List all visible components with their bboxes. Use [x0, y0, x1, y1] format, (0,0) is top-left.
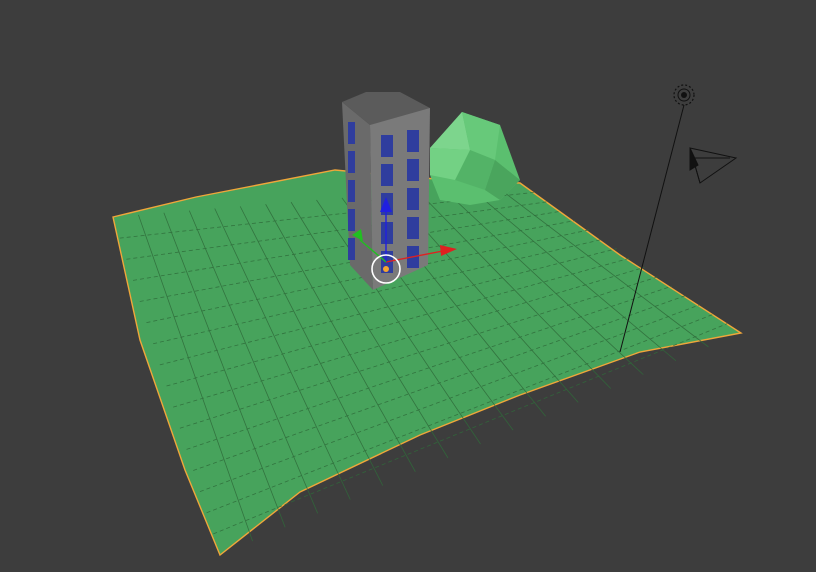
building-window	[381, 164, 393, 186]
building-window	[381, 135, 393, 157]
building-window	[407, 217, 419, 239]
scene-canvas[interactable]	[0, 0, 816, 572]
building-window	[407, 130, 419, 152]
building-front-face[interactable]	[370, 108, 430, 290]
building-window	[407, 159, 419, 181]
building-window	[381, 222, 393, 244]
building-window	[348, 209, 355, 231]
building-window	[348, 151, 355, 173]
3d-viewport[interactable]	[0, 0, 816, 572]
building-window	[348, 180, 355, 202]
camera-object[interactable]	[689, 147, 738, 184]
origin-point-icon	[383, 266, 389, 272]
building-window	[348, 122, 355, 144]
building-window	[348, 238, 355, 260]
hill-mesh[interactable]	[430, 112, 520, 205]
building-window	[407, 188, 419, 210]
